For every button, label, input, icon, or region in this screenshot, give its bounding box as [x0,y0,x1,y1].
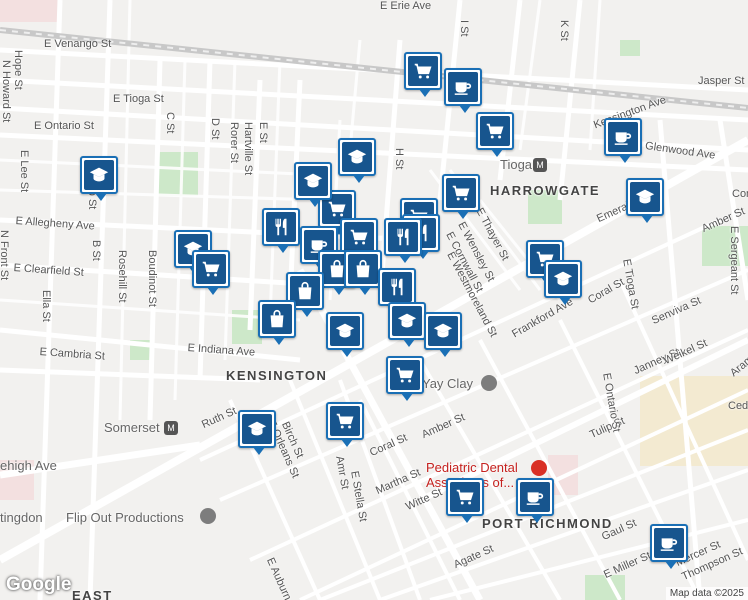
area-label-east: EAST [72,588,113,600]
place-icon[interactable] [481,375,497,391]
street-label: Comly [732,188,748,200]
lehigh-label: ehigh Ave [0,458,57,473]
cafe-marker[interactable] [650,524,688,569]
restaurant-marker[interactable] [384,218,422,263]
grocery-marker[interactable] [442,174,480,219]
place-icon[interactable] [200,508,216,524]
street-label: C St [164,112,176,134]
street-label: E Tioga St [113,93,164,105]
area-label-harrowgate: HARROWGATE [490,183,601,198]
grocery-icon [344,222,374,252]
school-marker[interactable] [80,156,118,201]
school-marker[interactable] [294,162,332,207]
train-station-icon[interactable]: M [533,158,547,172]
street-label: Hartville St [242,122,254,176]
school-marker[interactable] [544,260,582,305]
restaurant-icon [382,272,412,302]
grocery-marker[interactable] [404,52,442,97]
street-label: N Howard St [0,60,12,123]
grocery-marker[interactable] [192,250,230,295]
shopping-icon [262,304,292,334]
school-icon [392,306,422,336]
grocery-marker[interactable] [446,478,484,523]
street-label: Rosehill St [116,250,128,303]
cafe-icon [448,72,478,102]
street-label: Cedar [728,400,748,412]
school-marker[interactable] [326,312,364,357]
school-marker[interactable] [388,302,426,347]
street-label: Hope St [12,50,24,90]
shopping-marker[interactable] [344,250,382,295]
street-label: E Sergeant St [728,226,740,295]
restaurant-marker[interactable] [378,268,416,313]
street-label: H St [393,148,405,170]
street-label: E St [257,122,269,143]
street-label: E Lee St [18,150,30,193]
school-marker[interactable] [626,178,664,223]
grocery-icon [450,482,480,512]
grocery-marker[interactable] [326,402,364,447]
school-marker[interactable] [424,312,462,357]
area-label-port-richmond: PORT RICHMOND [482,516,613,531]
school-marker[interactable] [238,410,276,455]
street-label: Boudinot St [146,250,158,307]
school-icon [630,182,660,212]
map-attribution[interactable]: Map data ©2025 [665,587,748,600]
street-label: I St [458,20,470,37]
cafe-icon [654,528,684,558]
street-label: D St [209,118,221,140]
street-label: K St [558,20,570,41]
cafe-marker[interactable] [604,118,642,163]
cafe-marker[interactable] [516,478,554,523]
street-label: Ella St [40,290,52,322]
school-icon [84,160,114,190]
school-icon [548,264,578,294]
restaurant-marker[interactable] [262,208,300,253]
grocery-icon [390,360,420,390]
dental-icon[interactable] [531,460,547,476]
area-label-kensington: KENSINGTON [226,368,328,383]
grocery-icon [330,406,360,436]
somerset-station-label: Somerset [104,420,160,435]
flip-out-label: Flip Out Productions [66,510,184,525]
cafe-icon [520,482,550,512]
school-icon [242,414,272,444]
train-station-icon[interactable]: M [164,421,178,435]
map-canvas[interactable]: KENSINGTON HARROWGATE PORT RICHMOND EAST… [0,0,748,600]
restaurant-icon [388,222,418,252]
school-icon [298,166,328,196]
google-logo: Google [6,574,72,595]
school-icon [428,316,458,346]
street-label: E Venango St [44,38,112,50]
grocery-icon [480,116,510,146]
street-label: B St [90,240,102,261]
school-marker[interactable] [338,138,376,183]
grocery-marker[interactable] [476,112,514,157]
yay-clay-label: Yay Clay [422,376,474,391]
cafe-marker[interactable] [444,68,482,113]
street-label: E Erie Ave [380,0,432,12]
shopping-marker[interactable] [258,300,296,345]
school-icon [330,316,360,346]
street-label: Rorer St [228,122,240,163]
grocery-marker[interactable] [386,356,424,401]
street-label: Jasper St [698,75,745,87]
shopping-icon [348,254,378,284]
grocery-icon [196,254,226,284]
school-icon [342,142,372,172]
huntingdon-label: tingdon [0,510,43,525]
cafe-icon [608,122,638,152]
restaurant-icon [266,212,296,242]
street-label: E Ontario St [34,120,94,132]
tioga-station-label: Tioga [500,157,533,172]
grocery-icon [446,178,476,208]
street-label: N Front St [0,230,10,281]
grocery-icon [408,56,438,86]
